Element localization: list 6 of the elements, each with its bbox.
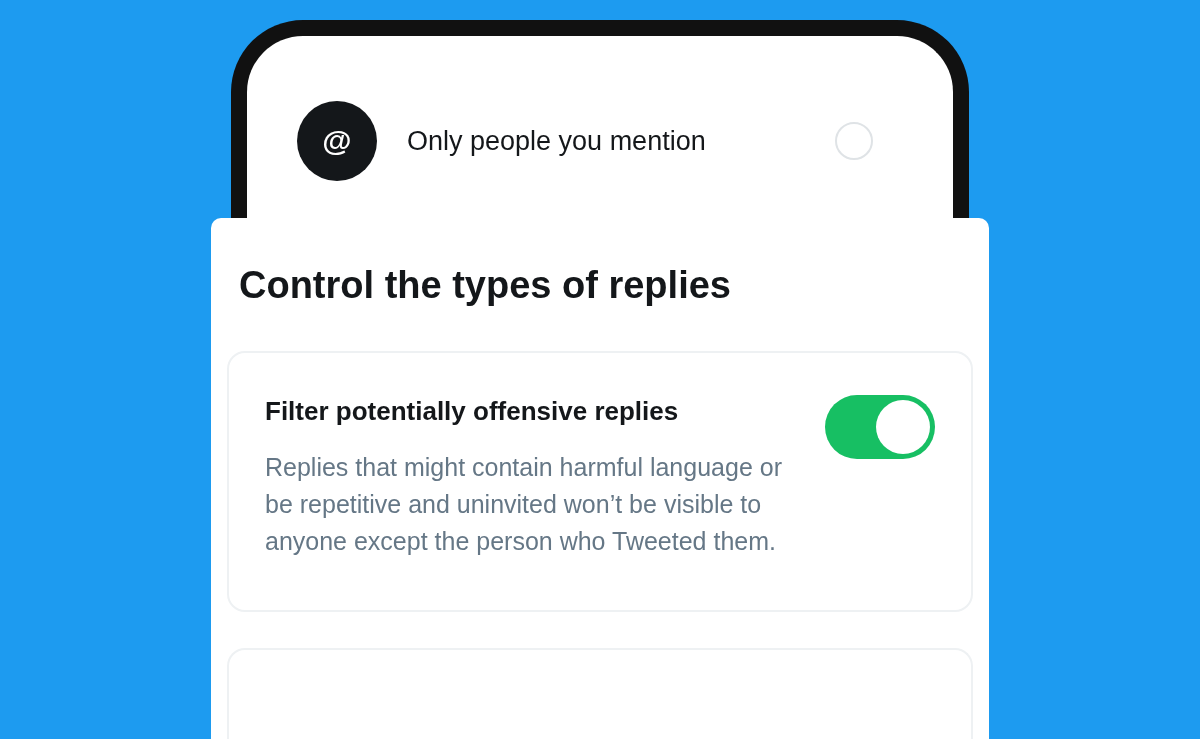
radio-button[interactable] — [835, 122, 873, 160]
mention-icon: @ — [297, 101, 377, 181]
setting-title: Filter potentially offensive replies — [265, 395, 680, 427]
sheet-title: Control the types of replies — [239, 263, 732, 308]
setting-description: Replies that might contain harmful language or be repetitive and uninvited won’t be visible to anyone except the person who Tweeted them. — [265, 452, 783, 557]
option-label: Only people you mention — [407, 125, 707, 157]
